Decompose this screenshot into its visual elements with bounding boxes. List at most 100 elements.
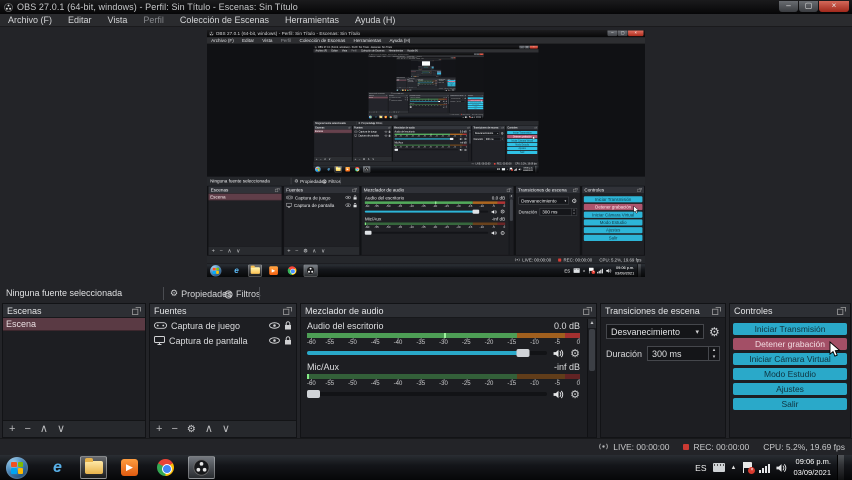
source-up-button[interactable]: ∧ [205, 422, 213, 437]
recording-indicator-icon [683, 443, 690, 450]
visibility-eye-icon[interactable] [269, 322, 280, 329]
mouse-cursor [829, 341, 841, 357]
menu-herramientas[interactable]: Herramientas [277, 14, 347, 27]
channel-db-value: 0.0 dB [553, 321, 580, 331]
lock-icon[interactable] [284, 321, 292, 330]
preview-canvas[interactable]: OBS 27.0.1 (64-bit, windows) - Perfil: S… [207, 30, 645, 277]
scene-transitions-panel: Transiciones de escena Desvanecimiento ▾… [600, 303, 726, 438]
channel-db-value: -inf dB [553, 362, 580, 372]
spin-down-icon[interactable]: ▾ [713, 354, 716, 361]
menu-archivo[interactable]: Archivo (F) [0, 14, 60, 27]
menu-bar: Archivo (F) Editar Vista Perfil Colecció… [0, 14, 852, 27]
scene-up-button[interactable]: ∧ [40, 422, 48, 437]
taskbar-obs[interactable] [188, 456, 215, 479]
popout-icon[interactable] [712, 306, 721, 315]
spin-up-icon[interactable]: ▴ [713, 347, 716, 354]
transition-select[interactable]: Desvanecimiento ▾ [606, 324, 704, 339]
menu-editar[interactable]: Editar [60, 14, 100, 27]
minimize-button[interactable]: – [779, 1, 798, 12]
folder-icon [84, 458, 103, 474]
taskbar-chrome[interactable] [152, 456, 179, 479]
scene-item-escena[interactable]: Escena [3, 318, 145, 331]
gamepad-icon [154, 322, 167, 329]
close-button[interactable]: × [819, 1, 849, 12]
volume-tray-icon[interactable] [776, 463, 787, 473]
scroll-up-icon[interactable]: ▲ [588, 319, 596, 328]
speaker-icon[interactable] [553, 349, 564, 358]
scene-down-button[interactable]: ∨ [57, 422, 65, 437]
menu-perfil[interactable]: Perfil [135, 14, 172, 27]
volume-slider[interactable] [307, 349, 548, 357]
window-title: OBS 27.0.1 (64-bit, windows) - Perfil: S… [17, 2, 298, 12]
start-button[interactable] [6, 456, 28, 479]
filters-button[interactable]: Filtros [224, 287, 261, 301]
mixer-panel-title: Mezclador de audio [305, 305, 384, 316]
exit-button[interactable]: Salir [733, 398, 847, 410]
meter-scale: -60 -55 -50 -45 -40 -35 -30 -25 -20 -15 -10 -5 0 [307, 338, 580, 346]
add-scene-button[interactable]: + [9, 422, 15, 437]
rec-timer: REC: 00:00:00 [693, 441, 750, 452]
display-icon [154, 336, 165, 345]
settings-button[interactable]: Ajustes [733, 383, 847, 395]
status-bar: LIVE: 00:00:00 REC: 00:00:00 CPU: 5.2%, … [0, 438, 852, 454]
menu-ayuda[interactable]: Ayuda (H) [347, 14, 403, 27]
channel-name: Audio del escritorio [307, 321, 384, 331]
keyboard-icon[interactable] [712, 463, 725, 472]
duration-spinbox[interactable]: 300 ms ▴ ▾ [647, 346, 720, 361]
meter-scale: -60 -55 -50 -45 -40 -35 -30 -25 -20 -15 -10 -5 0 [307, 379, 580, 387]
visibility-eye-icon[interactable] [269, 337, 280, 344]
source-down-button[interactable]: ∨ [222, 422, 230, 437]
show-hidden-icons[interactable]: ▲ [731, 465, 737, 471]
lock-icon[interactable] [284, 336, 292, 345]
windows-flag-icon [11, 461, 23, 474]
popout-icon[interactable] [283, 306, 292, 315]
taskbar-file-explorer[interactable] [80, 456, 107, 479]
internet-explorer-icon: e [53, 458, 62, 476]
action-center-flag-icon[interactable]: × [742, 462, 756, 474]
channel-settings-icon[interactable]: ⚙ [570, 388, 580, 401]
popout-icon[interactable] [583, 306, 592, 315]
source-item-game-capture[interactable]: Captura de juego [150, 318, 296, 333]
add-source-button[interactable]: + [156, 422, 162, 437]
studio-mode-button[interactable]: Modo Estudio [733, 368, 847, 380]
scenes-panel-title: Escenas [7, 305, 42, 316]
sources-panel: Fuentes Captura de juego Captura de pant… [149, 303, 297, 438]
obs-icon [193, 459, 210, 476]
remove-source-button[interactable]: − [171, 422, 177, 437]
obs-logo-icon [4, 2, 13, 12]
transition-settings-icon[interactable]: ⚙ [709, 325, 720, 339]
taskbar-media-player[interactable]: ▶ [116, 456, 143, 479]
language-indicator[interactable]: ES [695, 463, 706, 473]
obs-desktop: OBS 27.0.1 (64-bit, windows) - Perfil: S… [0, 0, 852, 480]
filters-icon [224, 289, 233, 299]
taskbar-internet-explorer[interactable]: e [44, 456, 71, 479]
no-source-status: Ninguna fuente seleccionada [6, 288, 123, 298]
show-desktop-button[interactable] [837, 455, 844, 480]
properties-button[interactable]: ⚙ Propiedades [170, 287, 232, 301]
popout-icon[interactable] [132, 306, 141, 315]
remove-scene-button[interactable]: − [24, 422, 30, 437]
source-item-display-capture[interactable]: Captura de pantalla [150, 333, 296, 348]
channel-name: Mic/Aux [307, 362, 340, 372]
popout-icon[interactable] [837, 306, 846, 315]
source-properties-icon[interactable]: ⚙ [187, 422, 196, 437]
speaker-icon[interactable] [553, 390, 564, 399]
sources-panel-title: Fuentes [154, 305, 187, 316]
mixer-scrollbar[interactable]: ▲ [587, 319, 596, 437]
network-signal-icon[interactable] [759, 463, 771, 473]
menu-vista[interactable]: Vista [100, 14, 136, 27]
live-timer: LIVE: 00:00:00 [613, 441, 670, 452]
controls-panel: Controles Iniciar Transmisión Detener gr… [729, 303, 851, 438]
menu-coleccion-escenas[interactable]: Colección de Escenas [172, 14, 277, 27]
start-streaming-button[interactable]: Iniciar Transmisión [733, 323, 847, 335]
mixer-channel-desktop: Audio del escritorio 0.0 dB -60 -55 -50 -45… [307, 321, 580, 360]
gear-icon: ⚙ [170, 289, 179, 299]
window-titlebar[interactable]: OBS 27.0.1 (64-bit, windows) - Perfil: S… [0, 0, 852, 14]
source-toolbar: Ninguna fuente seleccionada ⚙ Propiedade… [0, 285, 852, 303]
windows-taskbar: e ▶ ES ▲ × 09:06 p.m. 03/09/2021 [0, 455, 852, 480]
taskbar-clock[interactable]: 09:06 p.m. 03/09/2021 [793, 457, 831, 477]
media-player-icon: ▶ [121, 459, 138, 476]
maximize-button[interactable]: ▢ [799, 1, 818, 12]
channel-settings-icon[interactable]: ⚙ [570, 347, 580, 360]
volume-slider[interactable] [307, 390, 548, 398]
